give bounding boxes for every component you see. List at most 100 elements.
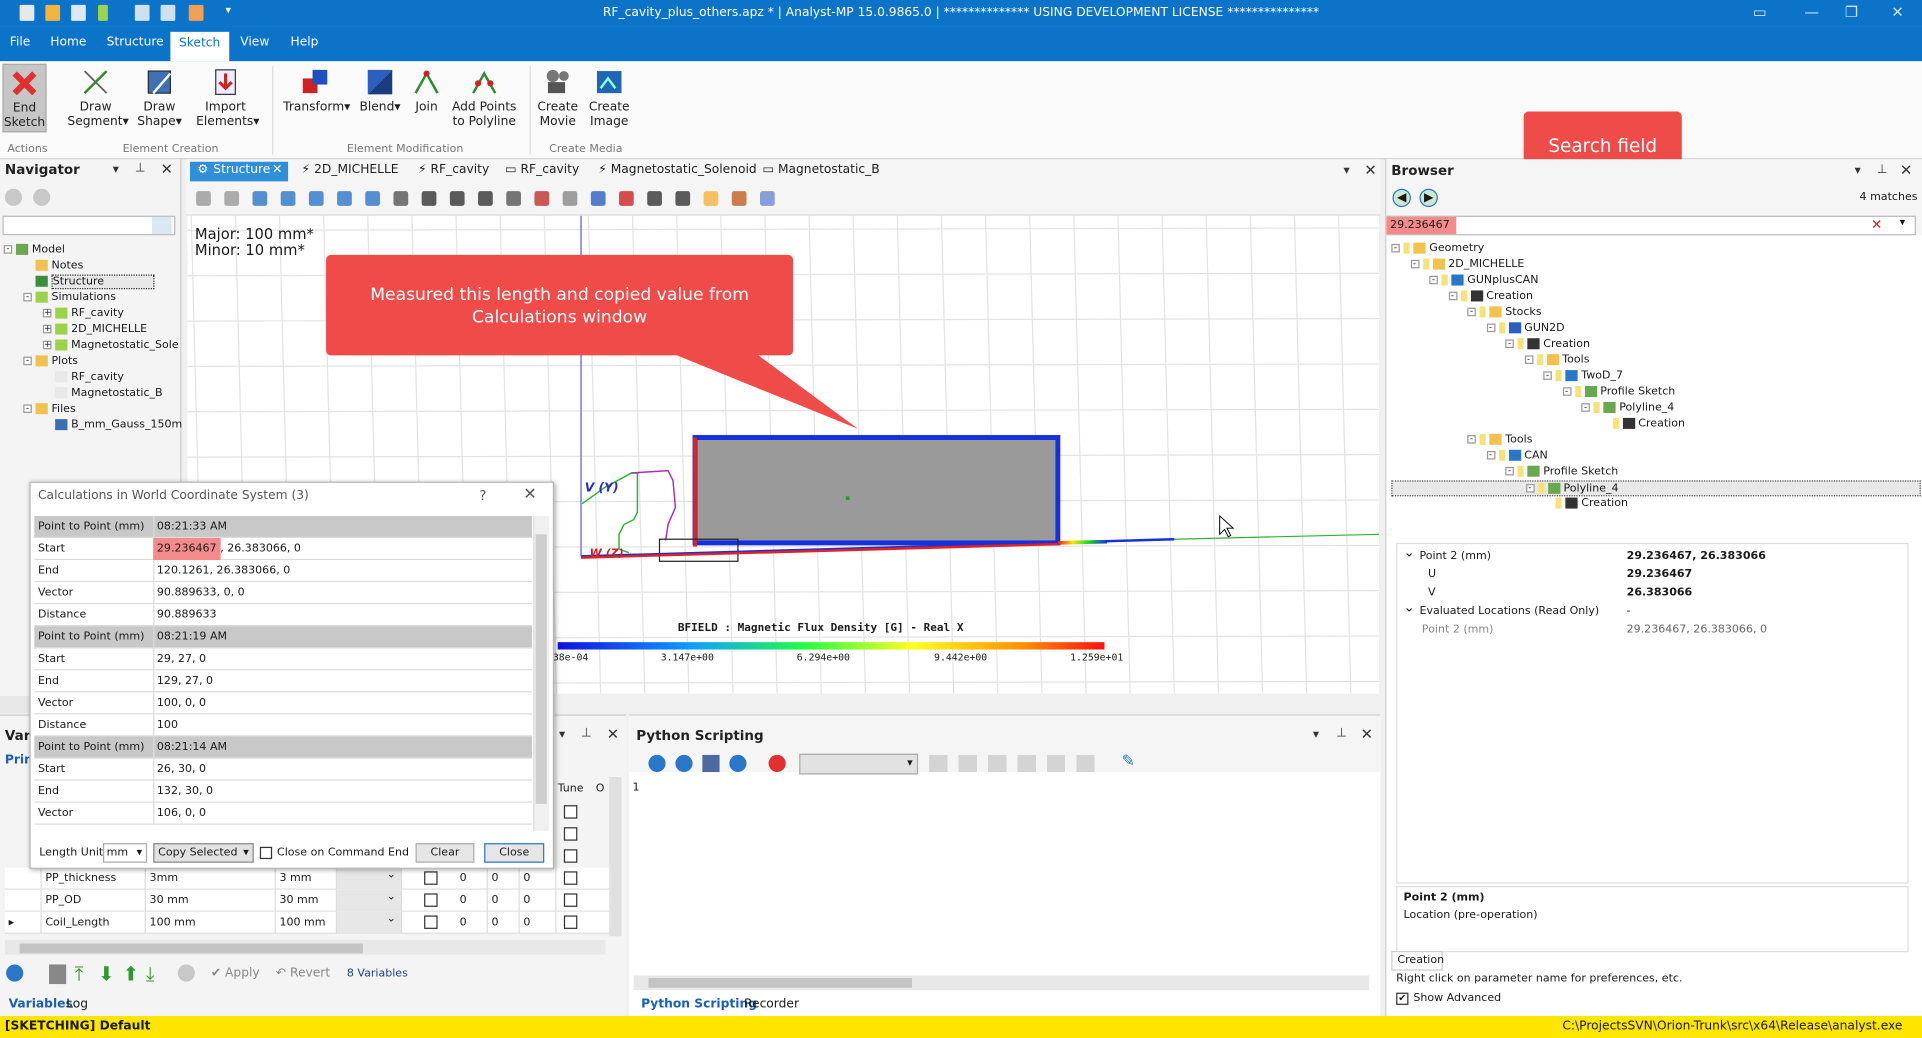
calc-row[interactable]: Start 26, 30, 0: [34, 758, 532, 781]
close-panel-icon[interactable]: ✕: [161, 161, 173, 178]
can-shape[interactable]: [692, 435, 1061, 546]
expand-toggle-icon[interactable]: -: [23, 356, 32, 366]
expand-toggle-icon[interactable]: +: [42, 308, 52, 318]
apply-button[interactable]: ✔ Apply: [211, 967, 260, 980]
browser-tree-item[interactable]: - GUNplusCAN: [1391, 273, 1921, 289]
search-icon[interactable]: [151, 216, 172, 235]
tune-checkbox[interactable]: [563, 805, 578, 819]
expand-toggle-icon[interactable]: -: [1505, 466, 1514, 476]
toolbar-tool-icon[interactable]: [365, 191, 380, 206]
navigator-tree-item[interactable]: - Plots: [4, 354, 183, 370]
calc-group-header[interactable]: Point to Point (mm) 08:21:14 AM: [34, 736, 532, 759]
tab-creation[interactable]: Creation: [1391, 950, 1444, 971]
doc-tab-2d-michelle[interactable]: ⚡ 2D_MICHELLE: [302, 163, 399, 176]
copy-selected-button[interactable]: Copy Selected ▾: [153, 843, 254, 863]
tab-home[interactable]: Home: [50, 36, 86, 49]
hscrollbar-thumb[interactable]: [19, 943, 363, 954]
toolbar-tool-icon[interactable]: [647, 191, 662, 206]
forward-arrow-icon[interactable]: [33, 188, 51, 206]
expand-toggle-icon[interactable]: -: [1524, 355, 1533, 364]
collapse-icon[interactable]: ⌄: [1404, 544, 1415, 560]
clear-search-icon[interactable]: ✕: [1864, 217, 1889, 234]
tune-checkbox[interactable]: [563, 827, 578, 841]
calc-row[interactable]: Start 29.236467, 26.383066, 0: [34, 537, 532, 561]
var-checkbox[interactable]: [424, 915, 438, 929]
calc-row[interactable]: Vector 106, 0, 0: [34, 802, 532, 825]
calc-row[interactable]: Distance 90.889633: [34, 604, 532, 627]
expand-toggle-icon[interactable]: -: [3, 244, 13, 254]
doc-tab-rf-cavity-plot[interactable]: ▭ RF_cavity: [505, 163, 579, 176]
navigator-tree-item[interactable]: - Files: [4, 402, 183, 418]
calc-group-header[interactable]: Point to Point (mm) 08:21:19 AM: [34, 626, 532, 649]
calc-row[interactable]: Vector 100, 0, 0: [34, 692, 532, 715]
restore-icon[interactable]: ▭: [1753, 4, 1767, 21]
back-arrow-icon[interactable]: [4, 188, 23, 206]
pin-icon[interactable]: ⊥: [135, 162, 146, 175]
close-button[interactable]: Close: [484, 843, 545, 863]
chevron-down-icon[interactable]: ⌄: [387, 869, 396, 881]
navigator-tree-item[interactable]: +2D_MICHELLE: [4, 322, 183, 338]
script-select[interactable]: [799, 753, 919, 775]
move-down-icon[interactable]: ⬇: [98, 962, 114, 985]
expand-toggle-icon[interactable]: -: [1543, 371, 1552, 380]
table-row[interactable]: ▸ Coil_Length 100 mm 100 mm ⌄ 0 0 0: [4, 911, 610, 934]
toolbar-tool-icon[interactable]: [506, 191, 521, 206]
expand-toggle-icon[interactable]: -: [1410, 259, 1419, 269]
close-window-button[interactable]: ✕: [1891, 4, 1903, 21]
tab-log[interactable]: Log: [66, 998, 88, 1011]
step-icon[interactable]: [729, 754, 747, 773]
close-doc-icon[interactable]: ✕: [1364, 162, 1376, 179]
toolbar-tool-icon[interactable]: [280, 191, 296, 206]
tune-checkbox[interactable]: [563, 893, 578, 907]
expand-toggle-icon[interactable]: -: [1448, 291, 1457, 301]
refresh-icon[interactable]: [6, 964, 24, 982]
transform-button[interactable]: Transform▾: [283, 66, 350, 115]
show-advanced-checkbox[interactable]: ✔: [1396, 992, 1409, 1005]
toolbar-tool-icon[interactable]: [308, 191, 324, 206]
cancel-icon[interactable]: [177, 964, 195, 982]
browser-tree-item[interactable]: - TwoD_7: [1391, 369, 1921, 385]
browser-tree-item[interactable]: - Polyline_4: [1391, 480, 1921, 497]
draw-shape-button[interactable]: Draw Shape▾: [137, 66, 182, 130]
toolbar-tool-icon[interactable]: [393, 191, 409, 206]
delete-icon[interactable]: [49, 964, 67, 985]
edit-toolbar-icons[interactable]: [929, 754, 1114, 773]
length-unit-select[interactable]: mm ▾: [102, 843, 148, 863]
collapse-icon[interactable]: ⌄: [1404, 599, 1415, 615]
toolbar-tool-icon[interactable]: [619, 191, 634, 206]
toolbar-tool-icon[interactable]: [252, 191, 268, 206]
var-checkbox[interactable]: [424, 893, 438, 907]
clear-button[interactable]: Clear: [415, 843, 475, 863]
var-checkbox[interactable]: [424, 871, 438, 885]
forward-arrow-icon[interactable]: ▶: [1419, 188, 1438, 208]
toolbar-tool-icon[interactable]: [337, 191, 352, 206]
expand-toggle-icon[interactable]: -: [1505, 339, 1514, 349]
calc-row[interactable]: End 120.1261, 26.383066, 0: [34, 560, 532, 583]
property-row[interactable]: ⌄ Point 2 (mm) 29.236467, 26.383066: [1397, 544, 1909, 566]
tab-view[interactable]: View: [240, 36, 269, 49]
stop-icon[interactable]: [768, 754, 786, 773]
browser-tree-item[interactable]: Creation: [1391, 417, 1921, 433]
toolbar-tool-icon[interactable]: [562, 191, 578, 206]
chevron-down-icon[interactable]: ▾: [1893, 217, 1913, 234]
toolbar-tool-icon[interactable]: [224, 191, 240, 206]
expand-toggle-icon[interactable]: -: [23, 292, 32, 302]
property-row[interactable]: U 29.236467: [1397, 566, 1909, 584]
move-up-icon[interactable]: ⬆: [123, 962, 139, 985]
panel-menu-icon[interactable]: ▾: [1855, 164, 1861, 177]
tab-structure[interactable]: Structure: [107, 36, 164, 49]
tune-checkbox[interactable]: [563, 871, 578, 885]
close-dialog-icon[interactable]: ✕: [523, 485, 536, 503]
panel-menu-icon[interactable]: ▾: [559, 728, 565, 741]
navigator-tree-item[interactable]: RF_cavity: [4, 370, 183, 386]
expand-toggle-icon[interactable]: -: [1391, 243, 1400, 253]
calc-row[interactable]: Vector 90.889633, 0, 0: [34, 582, 532, 605]
tab-help[interactable]: Help: [291, 36, 319, 49]
doc-tab-magnetostatic-b[interactable]: ▭ Magnetostatic_B: [762, 163, 879, 176]
toolbar-tool-icon[interactable]: [421, 191, 437, 206]
property-row[interactable]: Point 2 (mm) 29.236467, 26.383066, 0: [1397, 621, 1909, 639]
browser-tree-item[interactable]: - Creation: [1391, 289, 1921, 305]
browser-tree-item[interactable]: - Polyline_4: [1391, 401, 1921, 417]
toolbar-tool-icon[interactable]: [590, 191, 606, 206]
vscrollbar[interactable]: [609, 776, 622, 937]
